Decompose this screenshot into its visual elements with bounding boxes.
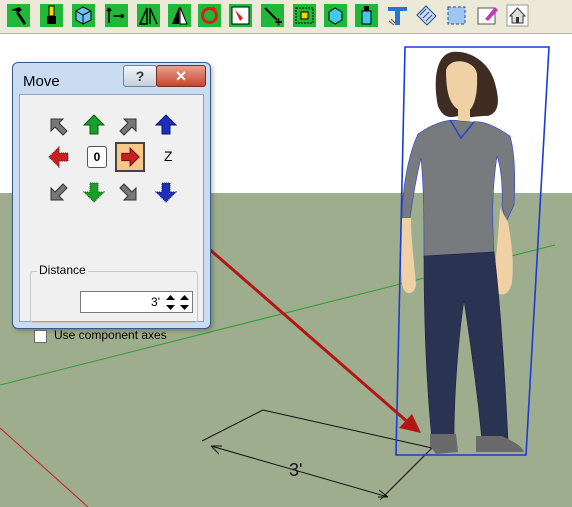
spin-up-icon[interactable]	[164, 293, 177, 302]
extrude-icon[interactable]	[354, 3, 379, 28]
help-button[interactable]: ?	[123, 65, 157, 87]
spin-down-icon[interactable]	[164, 303, 177, 312]
close-button[interactable]: ✕	[156, 65, 206, 87]
arrow-down-blue-icon[interactable]	[152, 178, 180, 206]
pushpull-icon[interactable]	[260, 3, 285, 28]
spin-up-fast-icon[interactable]	[178, 293, 191, 302]
spin-down-fast-icon[interactable]	[178, 303, 191, 312]
arrow-down-green-icon[interactable]	[80, 178, 108, 206]
component-cube-icon[interactable]	[71, 3, 96, 28]
arrow-down-left-icon[interactable]	[45, 178, 73, 206]
edit-icon[interactable]	[475, 3, 500, 28]
z-axis-label: Z	[164, 148, 173, 164]
mirror-icon[interactable]	[167, 3, 192, 28]
distance-label: Distance	[37, 263, 88, 277]
rotate-icon[interactable]	[197, 3, 222, 28]
tape-measure-icon[interactable]	[385, 3, 410, 28]
arrow-right-red-selected[interactable]	[115, 142, 145, 172]
group-icon[interactable]	[292, 3, 317, 28]
section-plane-icon[interactable]	[414, 3, 439, 28]
move-icon[interactable]	[104, 3, 129, 28]
distance-value: 3'	[151, 295, 160, 309]
arrow-up-green-icon[interactable]	[80, 111, 108, 139]
use-component-axes-checkbox[interactable]	[34, 330, 47, 343]
distance-group: Distance 3'	[30, 263, 198, 323]
move-dialog: Move ? ✕ 0 Z Distance 3' Use component a…	[12, 62, 211, 343]
arrow-up-left-icon[interactable]	[45, 113, 73, 141]
home-icon[interactable]	[505, 3, 530, 28]
arrow-up-right-icon[interactable]	[114, 113, 142, 141]
paint-brush-icon[interactable]	[39, 3, 64, 28]
distance-input[interactable]: 3'	[80, 291, 193, 313]
box-icon[interactable]	[323, 3, 348, 28]
arrow-down-right-icon[interactable]	[114, 178, 142, 206]
toolbar	[0, 0, 572, 34]
arrow-left-red-icon[interactable]	[45, 143, 73, 171]
select-icon[interactable]	[444, 3, 469, 28]
hammer-icon[interactable]	[6, 3, 31, 28]
origin-button[interactable]: 0	[87, 146, 107, 168]
flip-icon[interactable]	[136, 3, 161, 28]
dialog-body: 0 Z Distance 3' Use component axes	[19, 94, 204, 343]
use-component-axes-label: Use component axes	[54, 328, 167, 342]
direction-pad: 0 Z	[31, 106, 181, 216]
dialog-title: Move	[23, 73, 60, 90]
arrow-up-blue-icon[interactable]	[152, 111, 180, 139]
scale-icon[interactable]	[228, 3, 253, 28]
dimension-label: 3'	[289, 460, 302, 480]
